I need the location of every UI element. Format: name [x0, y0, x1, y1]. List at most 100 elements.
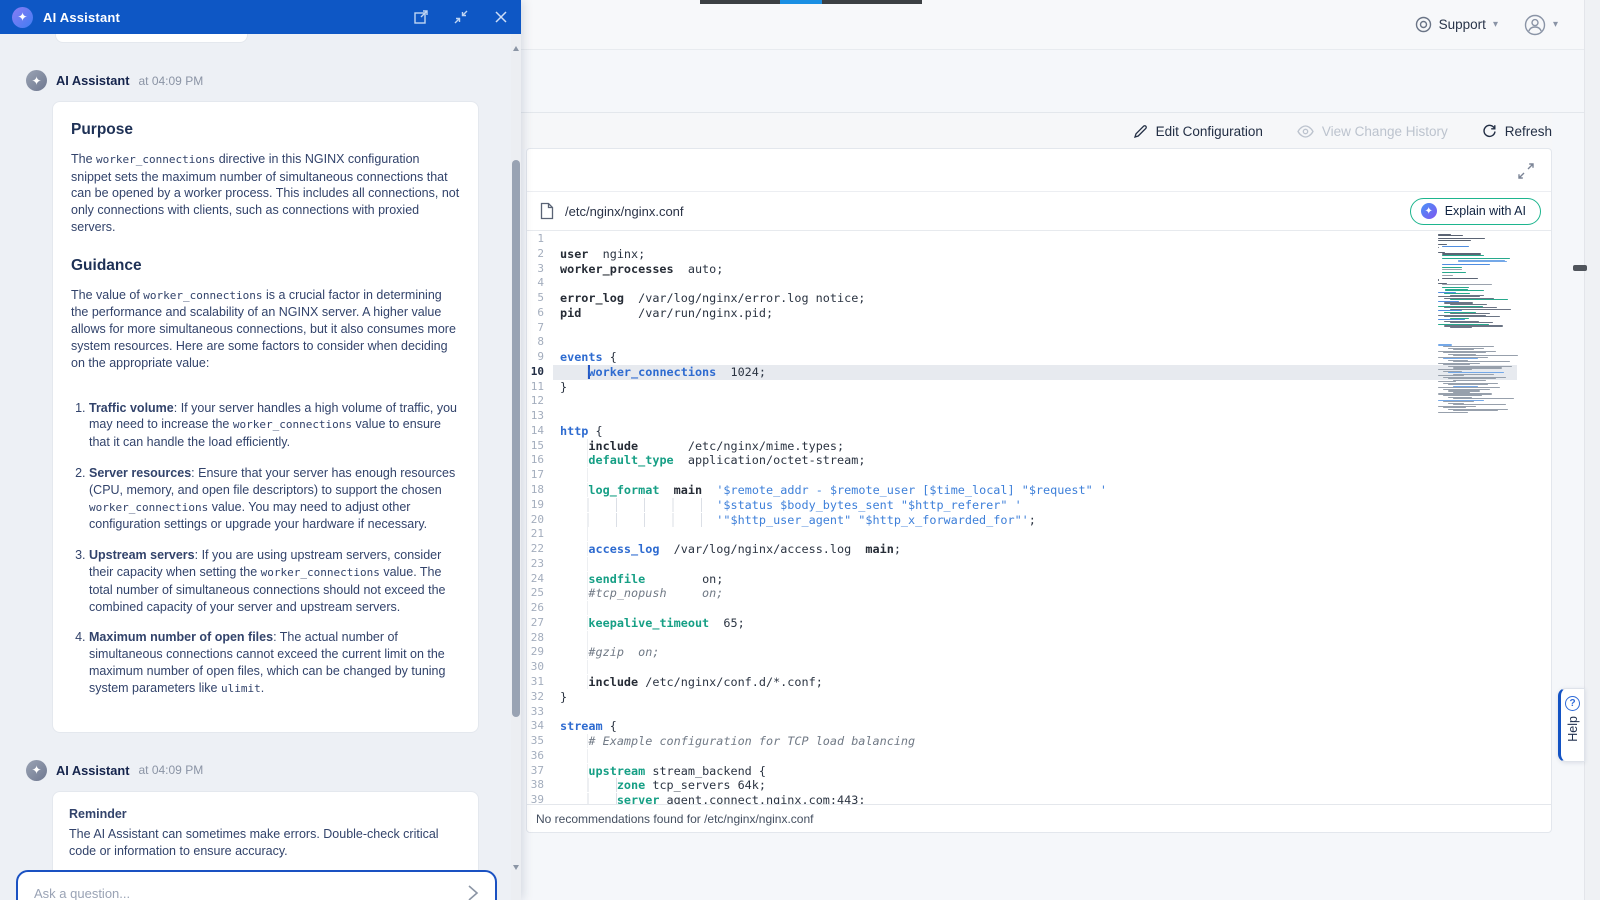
minimap-line — [1442, 278, 1478, 279]
code-line[interactable]: 10 worker_connections 1024; — [527, 365, 1551, 380]
code-line[interactable]: 18 log_format main '$remote_addr - $remo… — [527, 483, 1551, 498]
code-line[interactable]: 20 '"$http_user_agent" "$http_x_forwarde… — [527, 513, 1551, 528]
code-line[interactable]: 22 access_log /var/log/nginx/access.log … — [527, 542, 1551, 557]
code-line[interactable]: 11} — [527, 380, 1551, 395]
minimap-line — [1438, 240, 1471, 241]
code-line[interactable]: 16 default_type application/octet-stream… — [527, 453, 1551, 468]
code-line[interactable]: 9events { — [527, 350, 1551, 365]
code-line[interactable]: 34stream { — [527, 719, 1551, 734]
message-list-item: Maximum number of open files: The actual… — [89, 629, 460, 697]
code-editor[interactable]: 12user nginx;3worker_processes auto;45er… — [527, 230, 1551, 804]
code-line[interactable]: 1 — [527, 232, 1551, 247]
chat-scroll-area[interactable]: ✦AI Assistantat 04:09 PMPurposeThe worke… — [0, 34, 511, 900]
browser-scrollbar[interactable] — [1584, 0, 1600, 900]
message-list-item: Server resources: Ensure that your serve… — [89, 465, 460, 533]
code-line[interactable]: 12 — [527, 394, 1551, 409]
message-author: AI Assistant — [56, 73, 129, 88]
code-line[interactable]: 33 — [527, 705, 1551, 720]
browser-scrollbar-thumb[interactable] — [1573, 265, 1587, 271]
code-line[interactable]: 27 keepalive_timeout 65; — [527, 616, 1551, 631]
code-line[interactable]: 14http { — [527, 424, 1551, 439]
config-viewer-panel: /etc/nginx/nginx.conf ✦ Explain with AI … — [526, 148, 1552, 833]
code-line[interactable]: 2user nginx; — [527, 247, 1551, 262]
line-number: 3 — [527, 262, 553, 277]
file-header-row: /etc/nginx/nginx.conf ✦ Explain with AI — [527, 191, 1551, 231]
code-line[interactable]: 4 — [527, 276, 1551, 291]
code-line[interactable]: 35 # Example configuration for TCP load … — [527, 734, 1551, 749]
expand-panel-button[interactable] — [1517, 162, 1535, 180]
code-line[interactable]: 39 server agent.connect.nginx.com:443; — [527, 793, 1551, 804]
chevron-down-icon: ▾ — [1553, 19, 1558, 30]
ai-message-avatar: ✦ — [26, 760, 47, 781]
expand-icon — [1517, 162, 1535, 180]
open-in-new-window-icon[interactable] — [413, 9, 429, 25]
code-line[interactable]: 15 include /etc/nginx/mime.types; — [527, 439, 1551, 454]
line-content — [553, 527, 1551, 542]
line-content: keepalive_timeout 65; — [553, 616, 1551, 631]
code-line[interactable]: 13 — [527, 409, 1551, 424]
code-line[interactable]: 29 #gzip on; — [527, 645, 1551, 660]
line-number: 21 — [527, 527, 553, 542]
code-line[interactable]: 30 — [527, 660, 1551, 675]
send-icon[interactable] — [467, 884, 479, 900]
line-number: 38 — [527, 778, 553, 793]
scroll-down-arrow[interactable] — [513, 865, 519, 870]
message-card: PurposeThe worker_connections directive … — [52, 101, 479, 733]
close-panel-icon[interactable] — [493, 9, 509, 25]
code-line[interactable]: 38 zone tcp_servers 64k; — [527, 778, 1551, 793]
line-number: 26 — [527, 601, 553, 616]
code-line[interactable]: 36 — [527, 749, 1551, 764]
line-number: 39 — [527, 793, 553, 804]
edit-configuration-button[interactable]: Edit Configuration — [1133, 124, 1263, 139]
minimap-line — [1442, 284, 1493, 285]
scroll-up-arrow[interactable] — [513, 46, 519, 51]
help-tab[interactable]: ? Help — [1558, 688, 1585, 762]
code-line[interactable]: 19 '$status $body_bytes_sent "$http_refe… — [527, 498, 1551, 513]
chat-composer[interactable] — [16, 870, 497, 900]
user-menu[interactable]: ▾ — [1524, 14, 1558, 36]
chat-scrollbar[interactable] — [511, 34, 521, 900]
code-line[interactable]: 21 — [527, 527, 1551, 542]
minimap-line — [1443, 346, 1494, 347]
pencil-icon — [1133, 124, 1148, 139]
code-line[interactable]: 24 sendfile on; — [527, 572, 1551, 587]
code-line[interactable]: 7 — [527, 321, 1551, 336]
top-progress-bar — [700, 0, 922, 4]
file-icon — [539, 202, 555, 220]
code-line[interactable]: 37 upstream stream_backend { — [527, 764, 1551, 779]
code-line[interactable]: 31 include /etc/nginx/conf.d/*.conf; — [527, 675, 1551, 690]
code-line[interactable]: 5error_log /var/log/nginx/error.log noti… — [527, 291, 1551, 306]
minimap-line — [1442, 246, 1470, 247]
chat-input[interactable] — [34, 886, 467, 900]
editor-minimap[interactable] — [1438, 232, 1518, 592]
code-line[interactable]: 28 — [527, 631, 1551, 646]
collapse-panel-icon[interactable] — [453, 9, 469, 25]
refresh-button[interactable]: Refresh — [1482, 124, 1552, 139]
line-content: # Example configuration for TCP load bal… — [553, 734, 1551, 749]
code-line[interactable]: 23 — [527, 557, 1551, 572]
line-number: 2 — [527, 247, 553, 262]
line-content — [553, 335, 1551, 350]
code-line[interactable]: 17 — [527, 468, 1551, 483]
message-paragraph: The AI Assistant can sometimes make erro… — [69, 826, 462, 860]
line-number: 33 — [527, 705, 553, 720]
config-toolbar: Edit Configuration View Change History R… — [517, 113, 1552, 149]
code-line[interactable]: 26 — [527, 601, 1551, 616]
code-line[interactable]: 3worker_processes auto; — [527, 262, 1551, 277]
code-line[interactable]: 32} — [527, 690, 1551, 705]
code-line[interactable]: 6pid /var/run/nginx.pid; — [527, 306, 1551, 321]
message-list-item: Traffic volume: If your server handles a… — [89, 400, 460, 451]
code-line[interactable]: 25 #tcp_nopush on; — [527, 586, 1551, 601]
view-change-history-button[interactable]: View Change History — [1297, 124, 1448, 139]
support-menu[interactable]: Support ▾ — [1415, 16, 1498, 33]
chat-scrollbar-thumb[interactable] — [512, 160, 520, 717]
message-list-item: Upstream servers: If you are using upstr… — [89, 547, 460, 615]
explain-with-ai-button[interactable]: ✦ Explain with AI — [1410, 198, 1541, 225]
minimap-line — [1443, 395, 1482, 396]
avatar-icon — [1524, 14, 1546, 36]
line-content — [553, 321, 1551, 336]
line-content — [553, 394, 1551, 409]
code-line[interactable]: 8 — [527, 335, 1551, 350]
edit-configuration-label: Edit Configuration — [1156, 124, 1263, 139]
minimap-line — [1458, 261, 1508, 262]
